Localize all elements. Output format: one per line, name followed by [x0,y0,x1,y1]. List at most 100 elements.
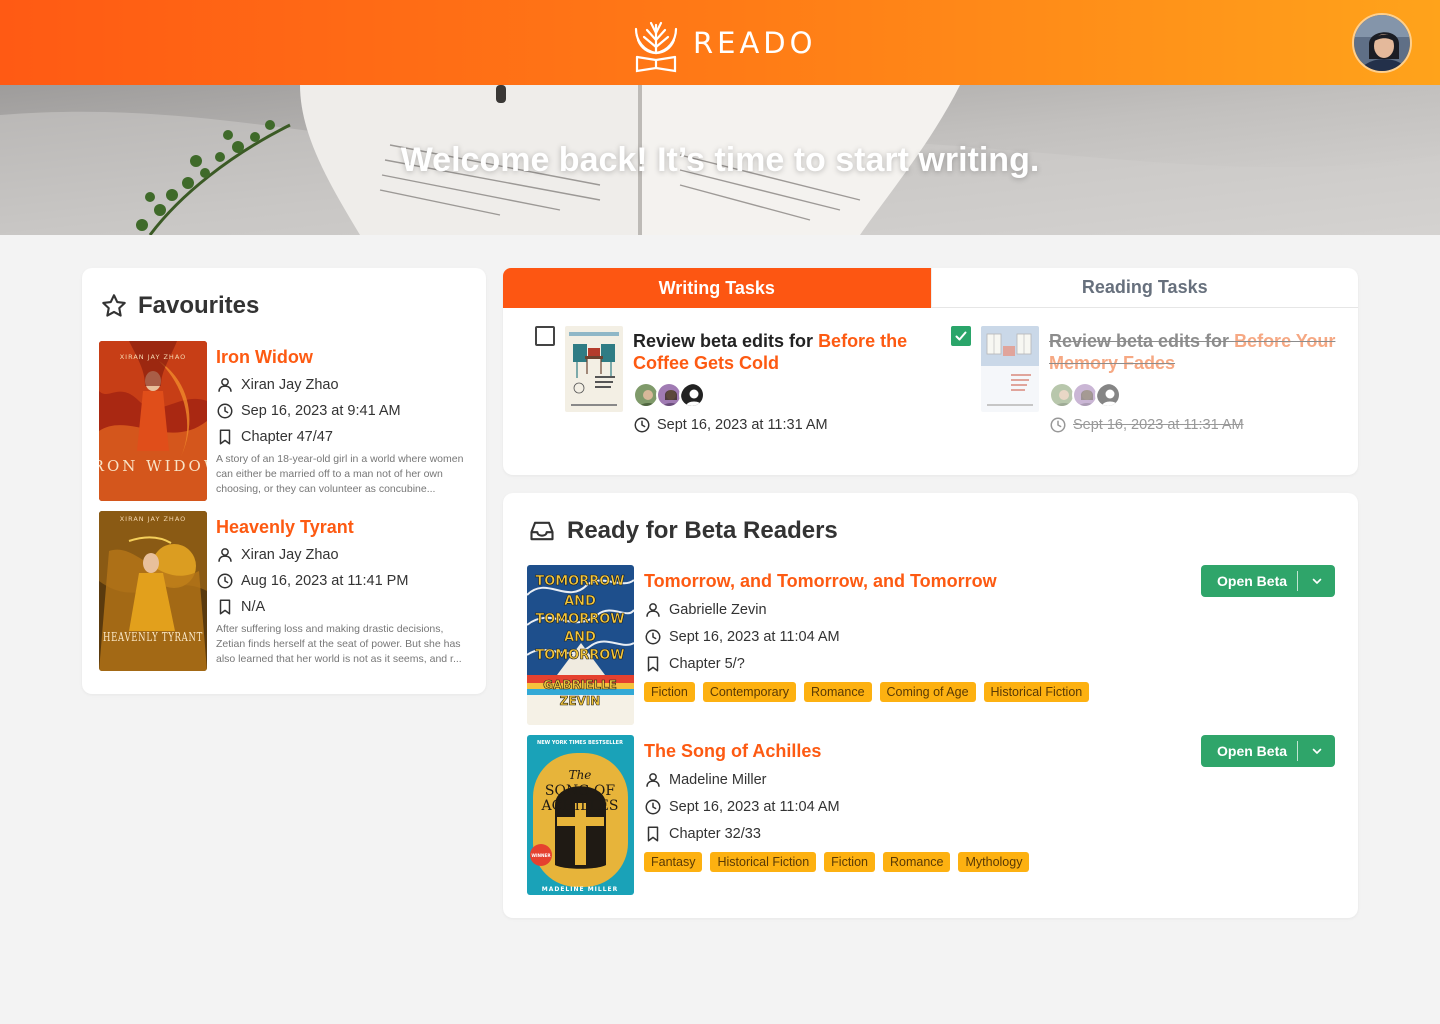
user-placeholder-icon[interactable] [1095,382,1121,408]
book-date: Sept 16, 2023 at 11:04 AM [644,623,1204,650]
book-cover[interactable]: WINNER NEW YORK TIMES BESTSELLER The SON… [527,735,634,895]
task-time: Sept 16, 2023 at 11:31 AM [633,416,933,434]
open-beta-button[interactable]: Open Beta [1201,565,1335,597]
app-logo[interactable]: READO [633,12,816,74]
open-beta-label[interactable]: Open Beta [1201,743,1297,759]
clock-icon [1050,417,1066,433]
cover-author-text: MADELINE MILLER [542,886,619,893]
open-beta-dropdown[interactable] [1298,745,1335,757]
task-title[interactable]: Review beta edits for Before Your Memory… [1049,330,1349,374]
beta-readers-title: Ready for Beta Readers [567,517,838,544]
book-title[interactable]: Heavenly Tyrant [216,515,472,539]
favourites-card: Favourites XIRAN JAY ZHAO IRON WIDOW Iro… [82,268,486,694]
tasks-card: Writing Tasks Reading Tasks Review beta … [503,268,1358,475]
task-checkbox-checked[interactable] [951,326,971,346]
chevron-down-icon [1312,748,1321,754]
cover-header-text: NEW YORK TIMES BESTSELLER [537,740,623,746]
svg-text:TOMORROW: TOMORROW [535,612,624,627]
beta-book-item: WINNER NEW YORK TIMES BESTSELLER The SON… [527,735,1337,895]
book-chapter: Chapter 47/47 [216,424,472,450]
book-date: Aug 16, 2023 at 11:41 PM [216,568,472,594]
cover-title-small: The [569,768,592,782]
cover-award-text: WINNER [531,853,551,858]
user-icon [646,772,660,787]
user-avatar[interactable] [1352,13,1412,73]
hero-title: Welcome back! It’s time to start writing… [400,141,1040,179]
book-chapter: Chapter 5/? [644,650,1204,677]
genre-tag[interactable]: Contemporary [702,682,797,702]
task-time: Sept 16, 2023 at 11:31 AM [1049,416,1349,434]
book-author: Gabrielle Zevin [644,596,1204,623]
cover-header-text: XIRAN JAY ZHAO [120,515,187,523]
bookmark-icon [647,826,659,841]
user-icon [646,602,660,617]
clock-icon [217,573,233,589]
bookmark-icon [219,429,231,445]
beta-readers-card: Ready for Beta Readers TOMORROW AND TOMO… [503,493,1358,918]
genre-tag[interactable]: Fantasy [644,852,703,872]
favourites-header: Favourites [100,292,259,320]
book-chapter: N/A [216,594,472,620]
clock-icon [217,403,233,419]
book-author: Xiran Jay Zhao [216,372,472,398]
open-beta-button[interactable]: Open Beta [1201,735,1335,767]
book-cover[interactable]: XIRAN JAY ZHAO IRON WIDOW [99,341,207,501]
book-author: Madeline Miller [644,766,1204,793]
check-icon [955,331,967,341]
book-title[interactable]: Iron Widow [216,345,472,369]
tree-book-icon [634,21,678,73]
genre-tag[interactable]: Romance [804,682,872,702]
app-name: READO [693,26,817,60]
genre-tags: Fiction Contemporary Romance Coming of A… [644,682,1204,702]
genre-tag[interactable]: Historical Fiction [710,852,817,872]
task-item: Review beta edits for Before the Coffee … [535,326,935,446]
genre-tag[interactable]: Coming of Age [879,682,976,702]
genre-tag[interactable]: Fiction [644,682,695,702]
hero-banner: Welcome back! It’s time to start writing… [0,85,1440,235]
favourite-item[interactable]: XIRAN JAY ZHAO IRON WIDOW Iron Widow Xir… [99,341,469,501]
clock-icon [645,799,661,814]
svg-text:ZEVIN: ZEVIN [560,694,601,708]
collaborator-avatars [1049,382,1349,408]
open-beta-dropdown[interactable] [1298,575,1335,587]
user-placeholder-icon[interactable] [679,382,705,408]
star-icon [102,294,126,317]
inbox-icon [530,521,554,541]
chevron-down-icon [1312,578,1321,584]
book-date: Sept 16, 2023 at 11:04 AM [644,793,1204,820]
task-book-cover[interactable] [565,326,623,412]
book-author: Xiran Jay Zhao [216,542,472,568]
clock-icon [645,629,661,644]
genre-tag[interactable]: Fiction [824,852,875,872]
book-title[interactable]: Tomorrow, and Tomorrow, and Tomorrow [644,569,1204,593]
cover-title-text: IRON WIDOW [99,457,207,475]
favourites-title: Favourites [138,292,260,319]
tab-writing-tasks[interactable]: Writing Tasks [503,268,931,308]
svg-text:GABRIELLE: GABRIELLE [543,678,617,692]
task-title[interactable]: Review beta edits for Before the Coffee … [633,330,933,374]
task-checkbox[interactable] [535,326,555,346]
genre-tag[interactable]: Historical Fiction [983,682,1090,702]
clock-icon [634,417,650,433]
book-description: After suffering loss and making drastic … [216,623,462,665]
svg-text:TOMORROW: TOMORROW [535,648,624,663]
svg-text:AND: AND [564,630,596,645]
task-book-cover[interactable] [981,326,1039,412]
genre-tag[interactable]: Romance [882,852,951,872]
open-beta-label[interactable]: Open Beta [1201,573,1297,589]
book-cover[interactable]: TOMORROW AND TOMORROW AND TOMORROW GABRI… [527,565,634,725]
svg-text:AND: AND [564,594,596,609]
book-cover[interactable]: XIRAN JAY ZHAO HEAVENLY TYRANT [99,511,207,671]
book-title[interactable]: The Song of Achilles [644,739,1204,763]
tab-reading-tasks[interactable]: Reading Tasks [930,268,1358,308]
book-date: Sep 16, 2023 at 9:41 AM [216,398,472,424]
genre-tag[interactable]: Mythology [958,852,1030,872]
task-tabs: Writing Tasks Reading Tasks [503,268,1358,308]
cover-header-text: XIRAN JAY ZHAO [120,353,187,361]
top-bar: READO [0,0,1440,85]
task-item-completed: Review beta edits for Before Your Memory… [951,326,1351,446]
favourite-item[interactable]: XIRAN JAY ZHAO HEAVENLY TYRANT Heavenly … [99,511,469,671]
svg-text:TOMORROW: TOMORROW [535,574,624,589]
bookmark-icon [647,656,659,671]
book-description: A story of an 18-year-old girl in a worl… [216,453,464,495]
